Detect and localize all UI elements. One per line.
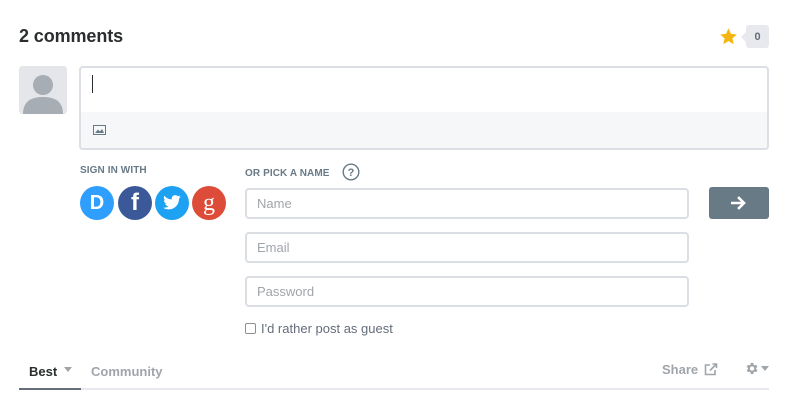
disqus-login-button[interactable]: D (80, 186, 114, 220)
comment-count-title: 2 comments (19, 26, 124, 46)
tab-best[interactable]: Best (19, 356, 81, 390)
avatar (19, 66, 67, 114)
facebook-login-button[interactable]: f (118, 186, 152, 220)
editor-toolbar (81, 112, 767, 148)
svg-text:?: ? (348, 167, 355, 179)
submit-button[interactable] (709, 187, 769, 219)
comment-editor[interactable] (79, 66, 769, 150)
guest-checkbox[interactable] (245, 323, 256, 334)
guest-label: I'd rather post as guest (261, 321, 393, 336)
twitter-login-button[interactable] (155, 186, 189, 220)
twitter-bird-icon (163, 195, 181, 210)
comment-textarea[interactable] (81, 68, 767, 114)
nav-divider (19, 388, 769, 390)
gear-icon (746, 362, 758, 375)
share-icon (704, 363, 718, 376)
email-input[interactable] (245, 232, 689, 263)
arrow-right-icon (731, 196, 746, 210)
share-button[interactable]: Share (662, 362, 718, 377)
google-login-button[interactable]: g (192, 186, 226, 220)
settings-menu-button[interactable] (744, 361, 769, 376)
tab-best-label: Best (29, 364, 58, 379)
pick-name-label: OR PICK A NAME (245, 168, 330, 179)
password-input[interactable] (245, 276, 689, 307)
share-label: Share (662, 362, 699, 377)
name-input[interactable] (245, 188, 689, 219)
chevron-down-icon (64, 367, 73, 372)
recommend-count-badge[interactable]: 0 (741, 25, 769, 48)
chevron-down-icon (761, 366, 769, 371)
disqus-logo-letter: D (89, 191, 105, 214)
star-icon[interactable] (719, 27, 738, 46)
tab-community[interactable]: Community (91, 364, 163, 379)
guest-checkbox-row[interactable]: I'd rather post as guest (245, 321, 393, 336)
image-icon[interactable] (93, 125, 106, 135)
text-caret (92, 75, 93, 93)
facebook-logo-letter: f (131, 189, 139, 216)
question-mark-icon[interactable]: ? (342, 163, 360, 181)
user-silhouette-icon (23, 75, 63, 114)
google-logo-letter: g (203, 189, 215, 216)
sign-in-label: SIGN IN WITH (80, 165, 147, 176)
